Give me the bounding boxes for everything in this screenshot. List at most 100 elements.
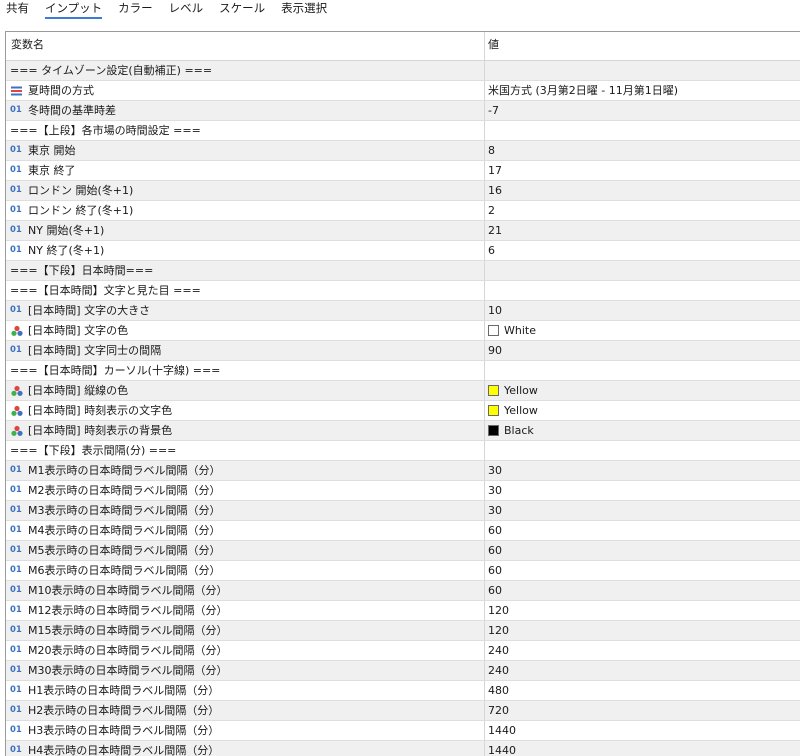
value-cell[interactable]: Yellow [485, 381, 800, 400]
table-row[interactable]: 01 ロンドン 開始(冬+1) 16 [6, 181, 800, 201]
value-cell[interactable]: 120 [485, 621, 800, 640]
table-row[interactable]: ===【下段】表示間隔(分) === [6, 441, 800, 461]
table-row[interactable]: 01 ロンドン 終了(冬+1) 2 [6, 201, 800, 221]
variable-name-cell: 01 H2表示時の日本時間ラベル間隔（分） [6, 701, 485, 720]
tab-2[interactable]: カラー [118, 0, 153, 20]
table-row[interactable]: 夏時間の方式 米国方式 (3月第2日曜 - 11月第1日曜) [6, 81, 800, 101]
table-row[interactable]: 01 M2表示時の日本時間ラベル間隔（分） 30 [6, 481, 800, 501]
table-row[interactable]: 01 東京 終了 17 [6, 161, 800, 181]
color-swatch[interactable] [488, 425, 499, 436]
value-cell[interactable]: 30 [485, 461, 800, 480]
value-cell[interactable] [485, 441, 800, 460]
table-row[interactable]: 01 [日本時間] 文字同士の間隔 90 [6, 341, 800, 361]
value-cell[interactable]: White [485, 321, 800, 340]
value-cell[interactable]: 30 [485, 481, 800, 500]
table-row[interactable]: 01 M12表示時の日本時間ラベル間隔（分） 120 [6, 601, 800, 621]
table-row[interactable]: 01 東京 開始 8 [6, 141, 800, 161]
value-cell[interactable]: 240 [485, 641, 800, 660]
value-cell[interactable]: 17 [485, 161, 800, 180]
table-row[interactable]: ===【下段】日本時間=== [6, 261, 800, 281]
variable-name-cell: 01 M3表示時の日本時間ラベル間隔（分） [6, 501, 485, 520]
table-row[interactable]: 01 [日本時間] 文字の大きさ 10 [6, 301, 800, 321]
variable-value: 30 [488, 464, 502, 477]
value-cell[interactable]: 米国方式 (3月第2日曜 - 11月第1日曜) [485, 81, 800, 100]
table-row[interactable]: 01 H2表示時の日本時間ラベル間隔（分） 720 [6, 701, 800, 721]
value-cell[interactable]: 60 [485, 521, 800, 540]
value-cell[interactable]: 240 [485, 661, 800, 680]
value-cell[interactable]: 60 [485, 541, 800, 560]
value-cell[interactable]: -7 [485, 101, 800, 120]
value-cell[interactable]: 21 [485, 221, 800, 240]
value-cell[interactable]: 6 [485, 241, 800, 260]
variable-name: [日本時間] 時刻表示の文字色 [28, 404, 173, 417]
variable-name-cell: 夏時間の方式 [6, 81, 485, 100]
variable-name: [日本時間] 縦線の色 [28, 384, 129, 397]
tab-3[interactable]: レベル [169, 0, 204, 20]
color-swatch[interactable] [488, 325, 499, 336]
table-row[interactable]: 01 H3表示時の日本時間ラベル間隔（分） 1440 [6, 721, 800, 741]
table-row[interactable]: 01 M3表示時の日本時間ラベル間隔（分） 30 [6, 501, 800, 521]
value-cell[interactable]: 60 [485, 581, 800, 600]
number-type-icon: 01 [10, 685, 22, 695]
value-cell[interactable]: 90 [485, 341, 800, 360]
color-swatch[interactable] [488, 385, 499, 396]
tab-5[interactable]: 表示選択 [281, 0, 327, 20]
table-row[interactable]: [日本時間] 時刻表示の背景色 Black [6, 421, 800, 441]
table-row[interactable]: [日本時間] 文字の色 White [6, 321, 800, 341]
value-cell[interactable]: 30 [485, 501, 800, 520]
table-row[interactable]: 01 M30表示時の日本時間ラベル間隔（分） 240 [6, 661, 800, 681]
variable-name-cell: 01 M4表示時の日本時間ラベル間隔（分） [6, 521, 485, 540]
table-row[interactable]: 01 H4表示時の日本時間ラベル間隔（分） 1440 [6, 741, 800, 756]
variable-name: [日本時間] 文字の大きさ [28, 304, 151, 317]
value-cell[interactable]: 1440 [485, 741, 800, 756]
value-cell[interactable] [485, 261, 800, 280]
variable-name-cell: 01 M6表示時の日本時間ラベル間隔（分） [6, 561, 485, 580]
table-row[interactable]: 01 M1表示時の日本時間ラベル間隔（分） 30 [6, 461, 800, 481]
tab-1[interactable]: インプット [45, 0, 103, 20]
table-row[interactable]: 01 M15表示時の日本時間ラベル間隔（分） 120 [6, 621, 800, 641]
table-row[interactable]: 01 M20表示時の日本時間ラベル間隔（分） 240 [6, 641, 800, 661]
table-row[interactable]: 01 冬時間の基準時差 -7 [6, 101, 800, 121]
tab-4[interactable]: スケール [219, 0, 265, 20]
table-row[interactable]: 01 M4表示時の日本時間ラベル間隔（分） 60 [6, 521, 800, 541]
color-swatch[interactable] [488, 405, 499, 416]
table-row[interactable]: 01 M10表示時の日本時間ラベル間隔（分） 60 [6, 581, 800, 601]
table-row[interactable]: 01 NY 終了(冬+1) 6 [6, 241, 800, 261]
value-cell[interactable]: Yellow [485, 401, 800, 420]
variable-name: M3表示時の日本時間ラベル間隔（分） [28, 504, 221, 517]
value-cell[interactable]: 720 [485, 701, 800, 720]
table-row[interactable]: 01 H1表示時の日本時間ラベル間隔（分） 480 [6, 681, 800, 701]
value-cell[interactable]: Black [485, 421, 800, 440]
table-row[interactable]: === タイムゾーン設定(自動補正) === [6, 61, 800, 81]
value-cell[interactable]: 120 [485, 601, 800, 620]
value-cell[interactable]: 16 [485, 181, 800, 200]
table-row[interactable]: 01 NY 開始(冬+1) 21 [6, 221, 800, 241]
value-cell[interactable] [485, 281, 800, 300]
value-cell[interactable]: 60 [485, 561, 800, 580]
table-row[interactable]: ===【上段】各市場の時間設定 === [6, 121, 800, 141]
variable-name: H3表示時の日本時間ラベル間隔（分） [28, 724, 220, 737]
column-header-name[interactable]: 変数名 [6, 32, 485, 60]
value-cell[interactable]: 2 [485, 201, 800, 220]
value-cell[interactable]: 8 [485, 141, 800, 160]
table-row[interactable]: [日本時間] 時刻表示の文字色 Yellow [6, 401, 800, 421]
value-cell[interactable]: 10 [485, 301, 800, 320]
variable-value: Yellow [504, 384, 538, 397]
number-type-icon: 01 [10, 545, 22, 555]
table-row[interactable]: ===【日本時間】カーソル(十字線) === [6, 361, 800, 381]
variable-name: M15表示時の日本時間ラベル間隔（分） [28, 624, 228, 637]
table-row[interactable]: ===【日本時間】文字と見た目 === [6, 281, 800, 301]
table-row[interactable]: 01 M6表示時の日本時間ラベル間隔（分） 60 [6, 561, 800, 581]
value-cell[interactable] [485, 361, 800, 380]
column-header-value[interactable]: 値 [485, 32, 800, 60]
table-row[interactable]: [日本時間] 縦線の色 Yellow [6, 381, 800, 401]
table-row[interactable]: 01 M5表示時の日本時間ラベル間隔（分） 60 [6, 541, 800, 561]
number-type-icon: 01 [10, 465, 22, 475]
value-cell[interactable] [485, 61, 800, 80]
number-type-icon: 01 [10, 185, 22, 195]
value-cell[interactable]: 480 [485, 681, 800, 700]
variable-value: Black [504, 424, 534, 437]
tab-0[interactable]: 共有 [6, 0, 29, 20]
value-cell[interactable]: 1440 [485, 721, 800, 740]
value-cell[interactable] [485, 121, 800, 140]
